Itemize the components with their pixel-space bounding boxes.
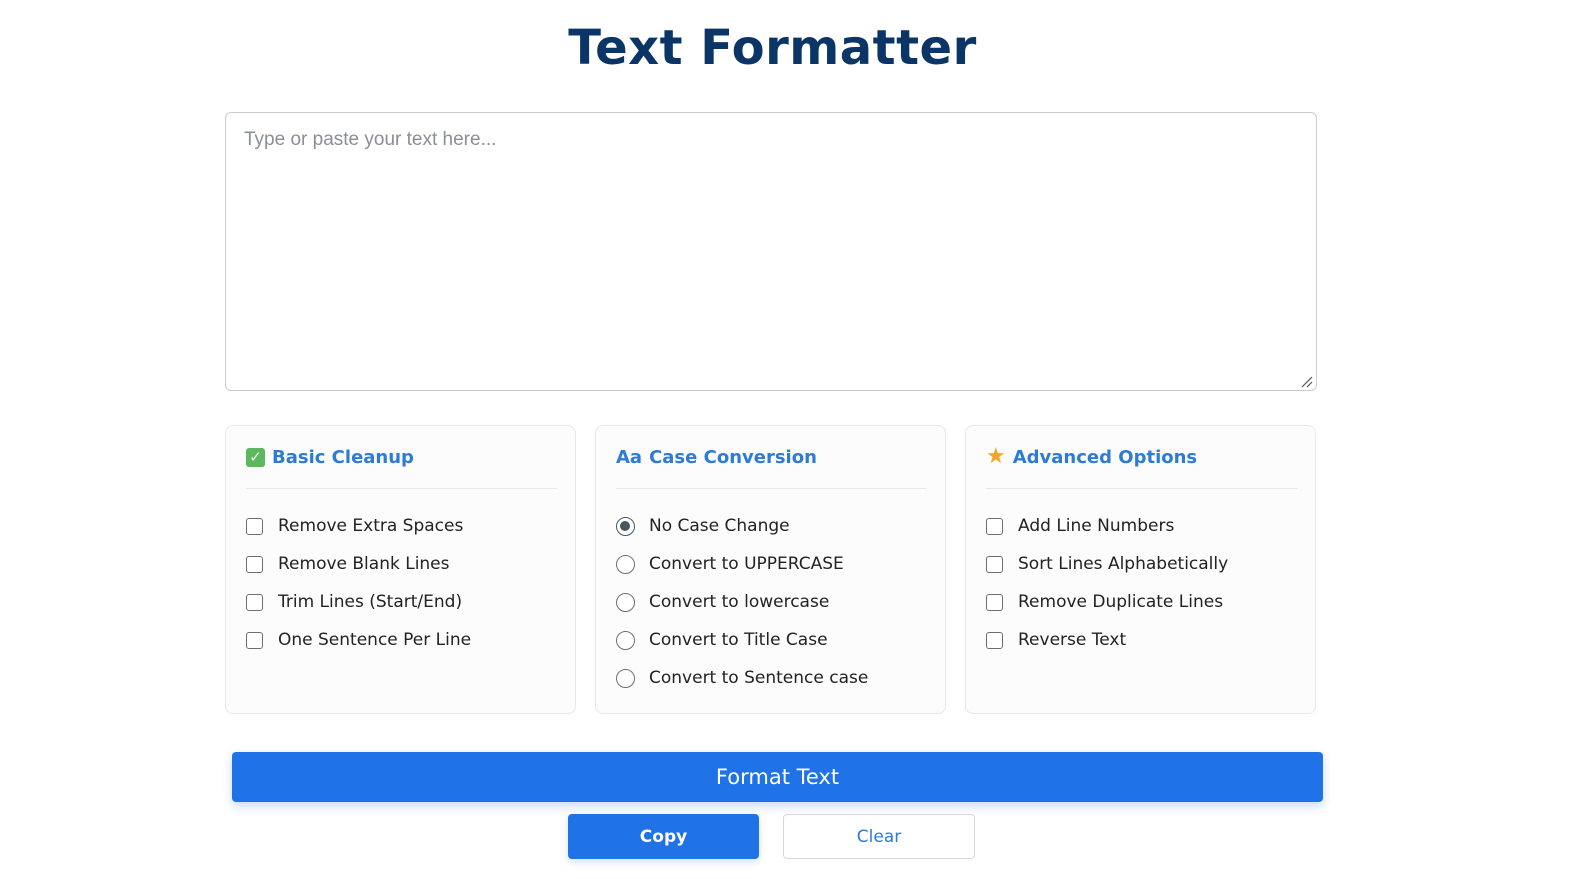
option-label: Remove Blank Lines bbox=[278, 554, 450, 574]
text-input[interactable] bbox=[225, 112, 1317, 391]
advanced-options-panel: ★ Advanced Options Add Line Numbers Sort… bbox=[965, 425, 1316, 714]
option-sort-lines[interactable]: Sort Lines Alphabetically bbox=[986, 545, 1297, 583]
radio-button[interactable] bbox=[616, 554, 635, 574]
radio-button[interactable] bbox=[616, 630, 635, 650]
case-conversion-panel: Aa Case Conversion No Case Change Conver… bbox=[595, 425, 946, 714]
option-label: Convert to UPPERCASE bbox=[649, 554, 844, 574]
checkbox[interactable] bbox=[246, 631, 263, 649]
option-label: Sort Lines Alphabetically bbox=[1018, 554, 1229, 574]
case-aa-icon: Aa bbox=[616, 446, 643, 468]
option-label: Remove Duplicate Lines bbox=[1018, 592, 1224, 612]
option-label: Convert to lowercase bbox=[649, 592, 830, 612]
checkbox-check-icon: ✓ bbox=[246, 447, 265, 467]
option-trim-lines[interactable]: Trim Lines (Start/End) bbox=[246, 583, 557, 621]
panel-title: Case Conversion bbox=[649, 446, 817, 468]
page-title: Text Formatter bbox=[568, 20, 977, 76]
checkbox[interactable] bbox=[986, 593, 1003, 611]
option-list: Remove Extra Spaces Remove Blank Lines T… bbox=[246, 489, 557, 659]
option-title-case[interactable]: Convert to Title Case bbox=[616, 621, 927, 659]
option-label: Reverse Text bbox=[1018, 630, 1127, 650]
option-label: One Sentence Per Line bbox=[278, 630, 472, 650]
option-one-sentence-per-line[interactable]: One Sentence Per Line bbox=[246, 621, 557, 659]
checkbox[interactable] bbox=[986, 555, 1003, 573]
panel-title: Advanced Options bbox=[1012, 446, 1198, 468]
radio-button[interactable] bbox=[616, 516, 635, 536]
option-remove-duplicate-lines[interactable]: Remove Duplicate Lines bbox=[986, 583, 1297, 621]
option-label: Add Line Numbers bbox=[1018, 516, 1175, 536]
option-label: No Case Change bbox=[649, 516, 790, 536]
option-add-line-numbers[interactable]: Add Line Numbers bbox=[986, 507, 1297, 545]
option-reverse-text[interactable]: Reverse Text bbox=[986, 621, 1297, 659]
option-list: No Case Change Convert to UPPERCASE Conv… bbox=[616, 489, 927, 697]
option-label: Convert to Sentence case bbox=[649, 668, 869, 688]
option-label: Remove Extra Spaces bbox=[278, 516, 464, 536]
option-no-case-change[interactable]: No Case Change bbox=[616, 507, 927, 545]
option-label: Trim Lines (Start/End) bbox=[278, 592, 463, 612]
resize-grip-icon[interactable] bbox=[1301, 376, 1313, 388]
checkbox[interactable] bbox=[246, 517, 263, 535]
clear-button[interactable]: Clear bbox=[783, 814, 975, 859]
basic-cleanup-panel: ✓ Basic Cleanup Remove Extra Spaces Remo… bbox=[225, 425, 576, 714]
copy-button[interactable]: Copy bbox=[568, 814, 759, 859]
checkbox[interactable] bbox=[986, 631, 1003, 649]
radio-button[interactable] bbox=[616, 668, 635, 688]
checkbox[interactable] bbox=[246, 555, 263, 573]
option-remove-extra-spaces[interactable]: Remove Extra Spaces bbox=[246, 507, 557, 545]
option-sentence-case[interactable]: Convert to Sentence case bbox=[616, 659, 927, 697]
panel-header: Aa Case Conversion bbox=[616, 426, 927, 489]
star-icon: ★ bbox=[986, 444, 1006, 469]
format-text-button[interactable]: Format Text bbox=[232, 752, 1323, 802]
option-label: Convert to Title Case bbox=[649, 630, 828, 650]
panel-header: ✓ Basic Cleanup bbox=[246, 426, 557, 489]
panel-title: Basic Cleanup bbox=[272, 446, 414, 468]
option-list: Add Line Numbers Sort Lines Alphabetical… bbox=[986, 489, 1297, 659]
checkbox[interactable] bbox=[986, 517, 1003, 535]
panel-header: ★ Advanced Options bbox=[986, 426, 1297, 489]
radio-button[interactable] bbox=[616, 592, 635, 612]
option-lowercase[interactable]: Convert to lowercase bbox=[616, 583, 927, 621]
option-uppercase[interactable]: Convert to UPPERCASE bbox=[616, 545, 927, 583]
option-remove-blank-lines[interactable]: Remove Blank Lines bbox=[246, 545, 557, 583]
checkbox[interactable] bbox=[246, 593, 263, 611]
